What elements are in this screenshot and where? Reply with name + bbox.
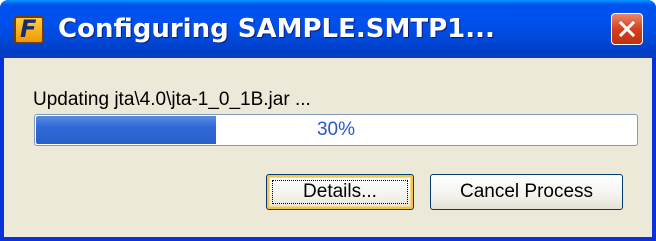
details-button[interactable]: Details... bbox=[266, 174, 414, 210]
status-message: Updating jta\4.0\jta-1_0_1B.jar ... bbox=[33, 89, 311, 110]
app-logo-glyph: F bbox=[20, 15, 37, 43]
close-button[interactable] bbox=[611, 13, 643, 45]
dialog-body: Updating jta\4.0\jta-1_0_1B.jar ... 30% … bbox=[4, 58, 652, 237]
progress-label: 30% bbox=[316, 119, 356, 140]
cancel-process-button[interactable]: Cancel Process bbox=[430, 174, 623, 210]
focus-outline bbox=[272, 180, 408, 204]
close-icon bbox=[619, 21, 635, 37]
cancel-button-label: Cancel Process bbox=[459, 181, 594, 202]
app-logo-icon: F bbox=[14, 15, 44, 44]
window-title: Configuring SAMPLE.SMTP1... bbox=[58, 14, 495, 44]
progress-bar: 30% bbox=[34, 114, 638, 146]
dialog-window: F Configuring SAMPLE.SMTP1... Updating j… bbox=[0, 0, 656, 241]
title-bar[interactable]: F Configuring SAMPLE.SMTP1... bbox=[0, 0, 656, 58]
